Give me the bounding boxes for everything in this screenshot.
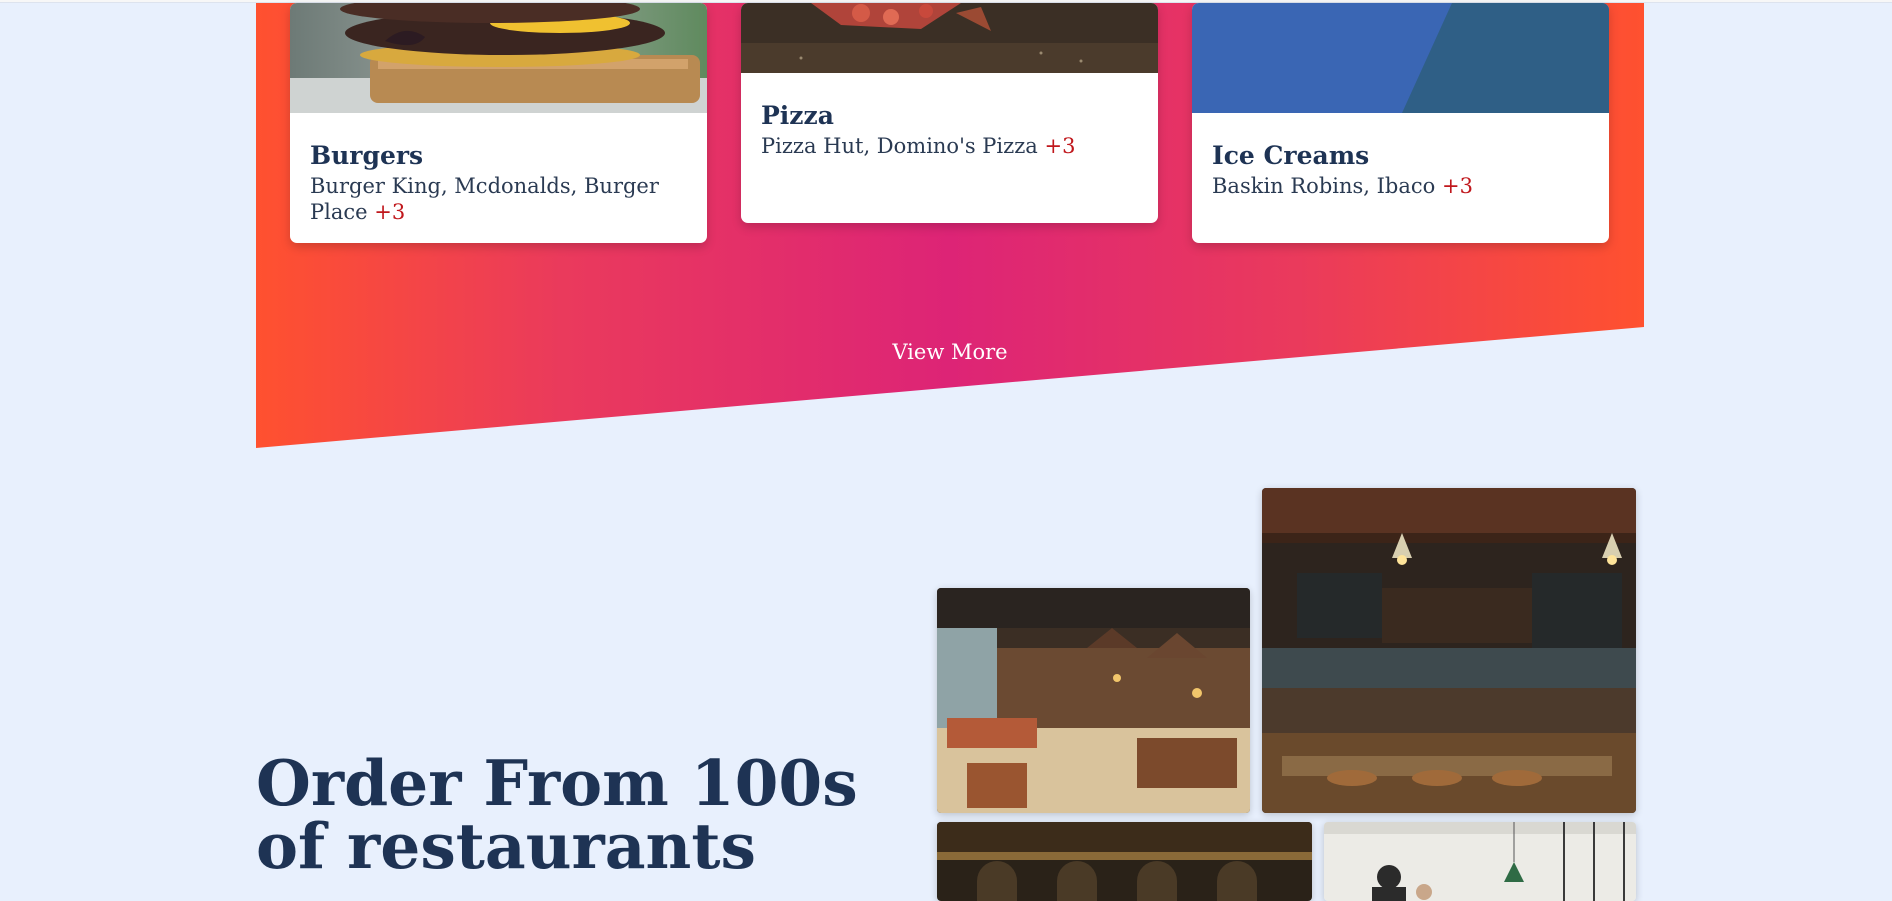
restaurant-photo-bar (1262, 488, 1636, 813)
places-list: Burger King, Mcdonalds, Burger Place (310, 174, 659, 224)
ice-cream-image (1192, 3, 1609, 113)
category-places: Burger King, Mcdonalds, Burger Place +3 (310, 173, 693, 225)
section-headline: Order From 100s of restaurants (256, 746, 858, 883)
category-places: Pizza Hut, Domino's Pizza +3 (761, 133, 1144, 159)
category-card-ice-creams[interactable]: Ice Creams Baskin Robins, Ibaco +3 (1192, 3, 1609, 243)
more-count: +3 (1044, 134, 1076, 158)
category-title: Ice Creams (1212, 141, 1370, 170)
more-count: +3 (1442, 174, 1473, 198)
pizza-image (741, 3, 1158, 73)
restaurant-photo-cafe (1324, 822, 1636, 901)
category-card-burgers[interactable]: Burgers Burger King, Mcdonalds, Burger P… (290, 3, 707, 243)
restaurant-photo-arches (937, 822, 1312, 901)
restaurant-photo-dining-hall (937, 588, 1250, 813)
burger-image (290, 3, 707, 113)
category-card-pizza[interactable]: Pizza Pizza Hut, Domino's Pizza +3 (741, 3, 1158, 223)
category-title: Burgers (310, 141, 424, 170)
category-title: Pizza (761, 101, 834, 130)
places-list: Pizza Hut, Domino's Pizza (761, 134, 1038, 158)
category-places: Baskin Robins, Ibaco +3 (1212, 173, 1595, 199)
places-list: Baskin Robins, Ibaco (1212, 174, 1436, 198)
more-count: +3 (374, 200, 406, 224)
view-more-link[interactable]: View More (880, 340, 1020, 364)
